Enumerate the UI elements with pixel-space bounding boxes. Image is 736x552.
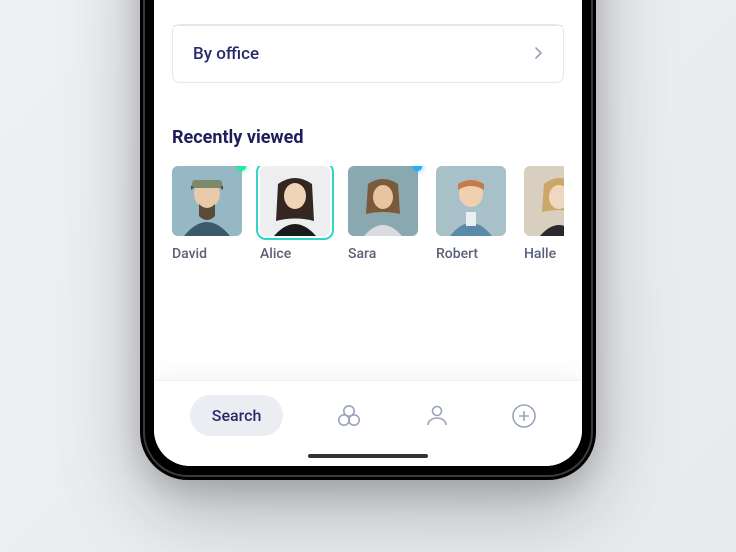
avatar[interactable] [172, 166, 242, 236]
avatar[interactable] [348, 166, 418, 236]
phone-frame: By office Recently viewed David [140, 0, 596, 480]
filter-card: By office [172, 24, 564, 83]
chevron-right-icon [533, 45, 543, 64]
avatar[interactable] [524, 166, 564, 236]
circles-icon[interactable] [327, 394, 371, 438]
person-card[interactable]: David [172, 166, 242, 262]
avatar[interactable] [260, 166, 330, 236]
filter-by-office[interactable]: By office [173, 25, 563, 82]
person-card[interactable]: Sara [348, 166, 418, 262]
avatar[interactable] [436, 166, 506, 236]
person-name: David [172, 246, 242, 262]
person-name: Robert [436, 246, 506, 262]
phone-screen: By office Recently viewed David [154, 0, 582, 466]
person-name: Sara [348, 246, 418, 262]
content-area: By office Recently viewed David [154, 0, 582, 380]
status-dot [237, 166, 246, 171]
recently-viewed-row[interactable]: David Alice [172, 166, 564, 262]
person-name: Halle [524, 246, 564, 262]
plus-icon[interactable] [502, 394, 546, 438]
person-icon[interactable] [415, 394, 459, 438]
tab-search-label: Search [212, 406, 262, 425]
person-card[interactable]: Robert [436, 166, 506, 262]
person-card[interactable]: Alice [260, 166, 330, 262]
tab-search[interactable]: Search [190, 395, 284, 436]
person-name: Alice [260, 246, 330, 262]
person-card[interactable]: Halle [524, 166, 564, 262]
filter-by-office-label: By office [193, 44, 259, 64]
recently-viewed-title: Recently viewed [172, 127, 564, 148]
status-dot [413, 166, 422, 171]
home-indicator[interactable] [308, 454, 428, 458]
